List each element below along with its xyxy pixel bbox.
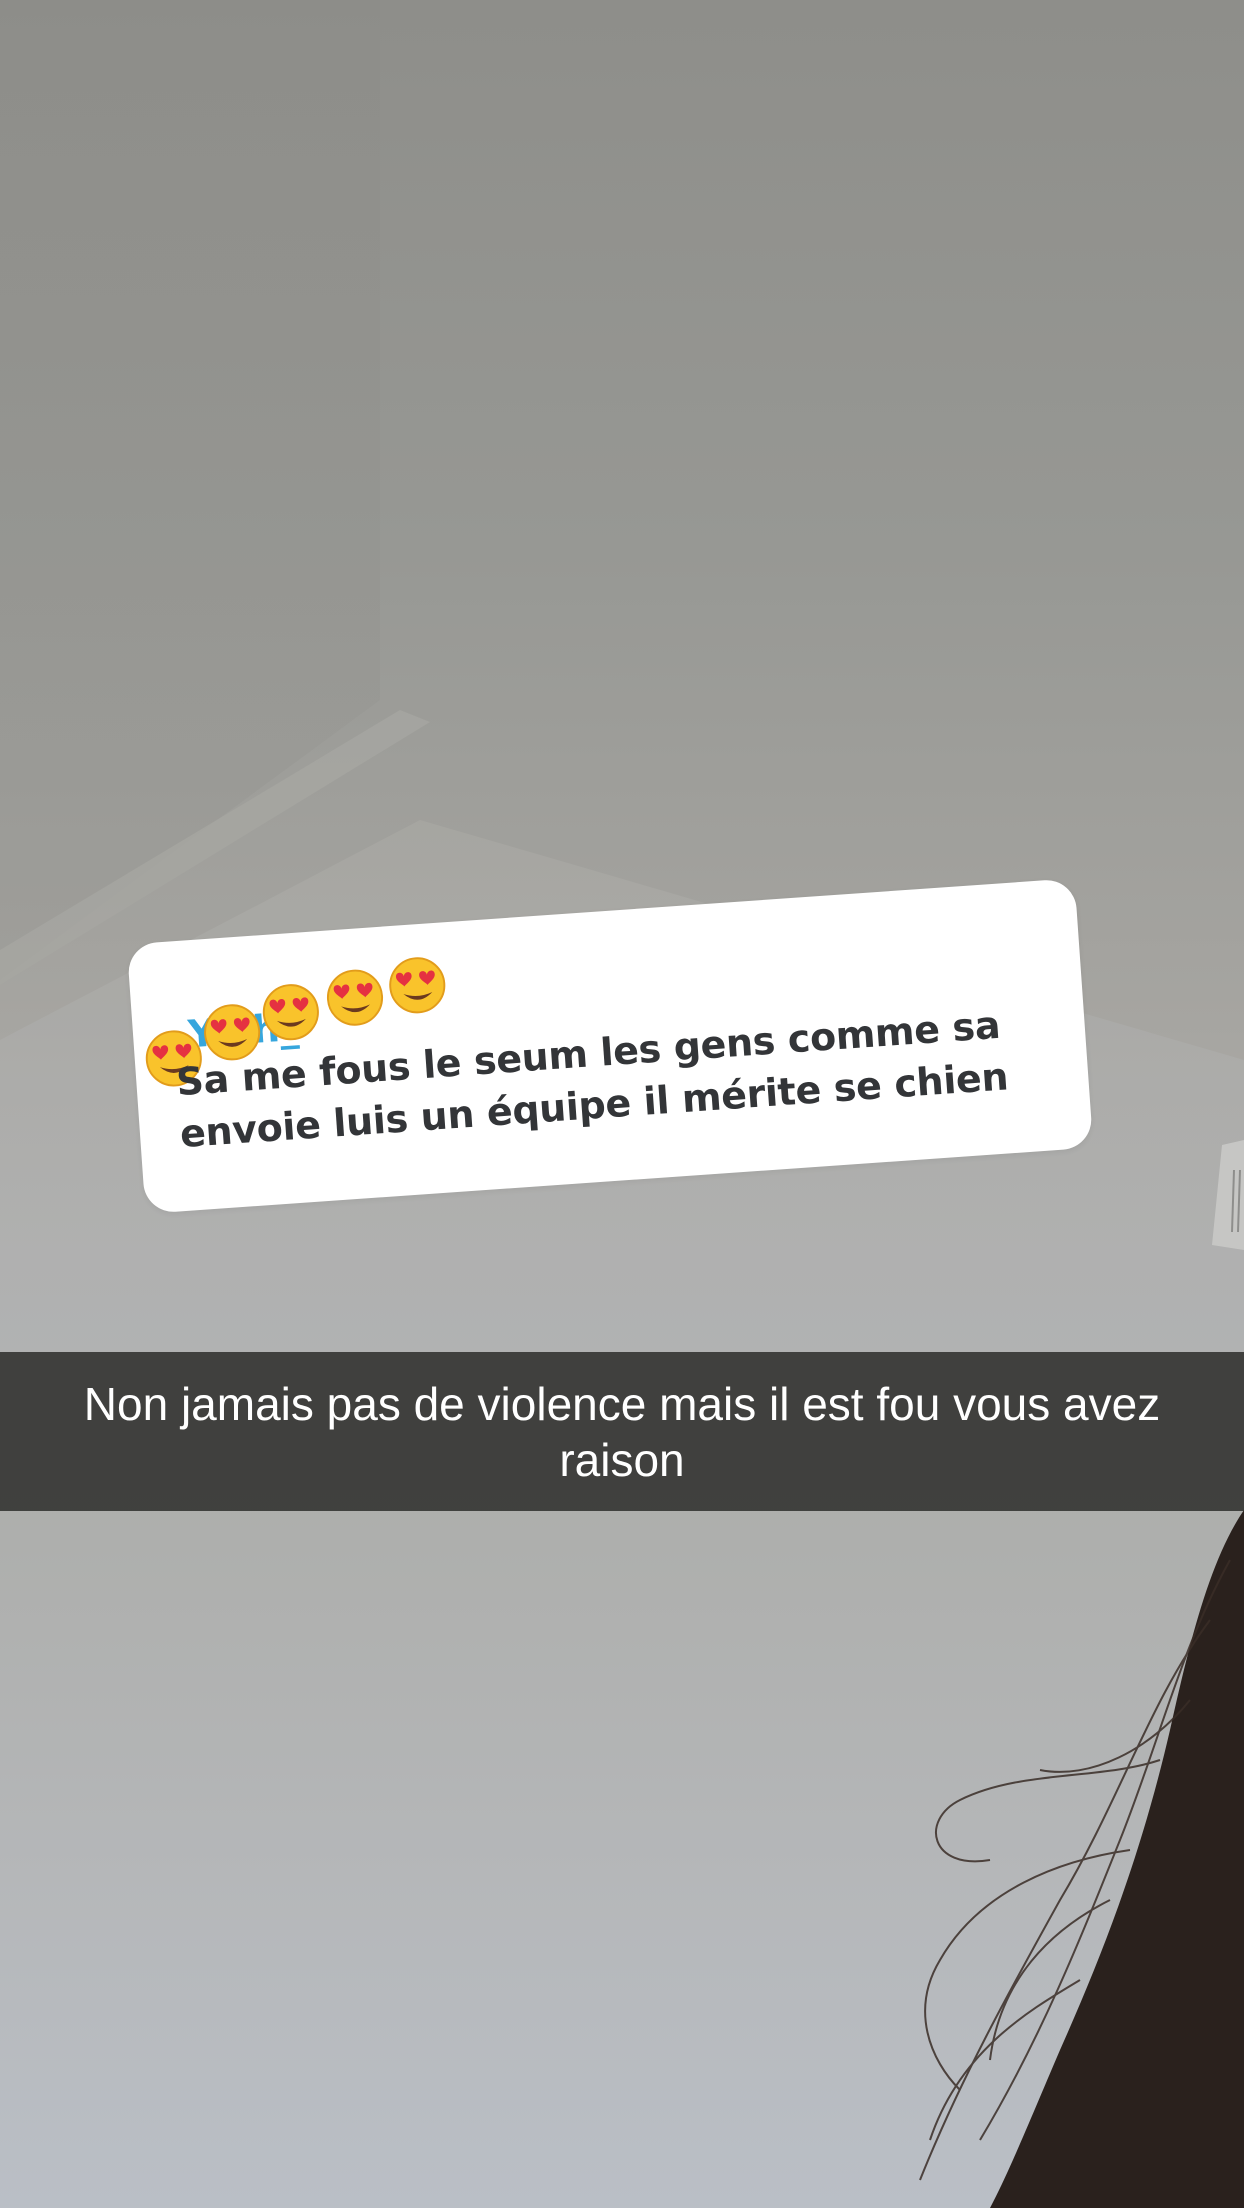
heart-eyes-emoji-icon <box>262 984 319 1041</box>
reply-header: Y...h_ <box>140 957 446 1087</box>
heart-eyes-emoji-icon <box>389 957 446 1014</box>
caption-bar[interactable]: Non jamais pas de violence mais il est f… <box>0 1352 1244 1511</box>
caption-text: Non jamais pas de violence mais il est f… <box>83 1377 1161 1486</box>
heart-eyes-emoji-icon <box>326 969 384 1026</box>
hair-shape <box>990 1510 1244 2208</box>
